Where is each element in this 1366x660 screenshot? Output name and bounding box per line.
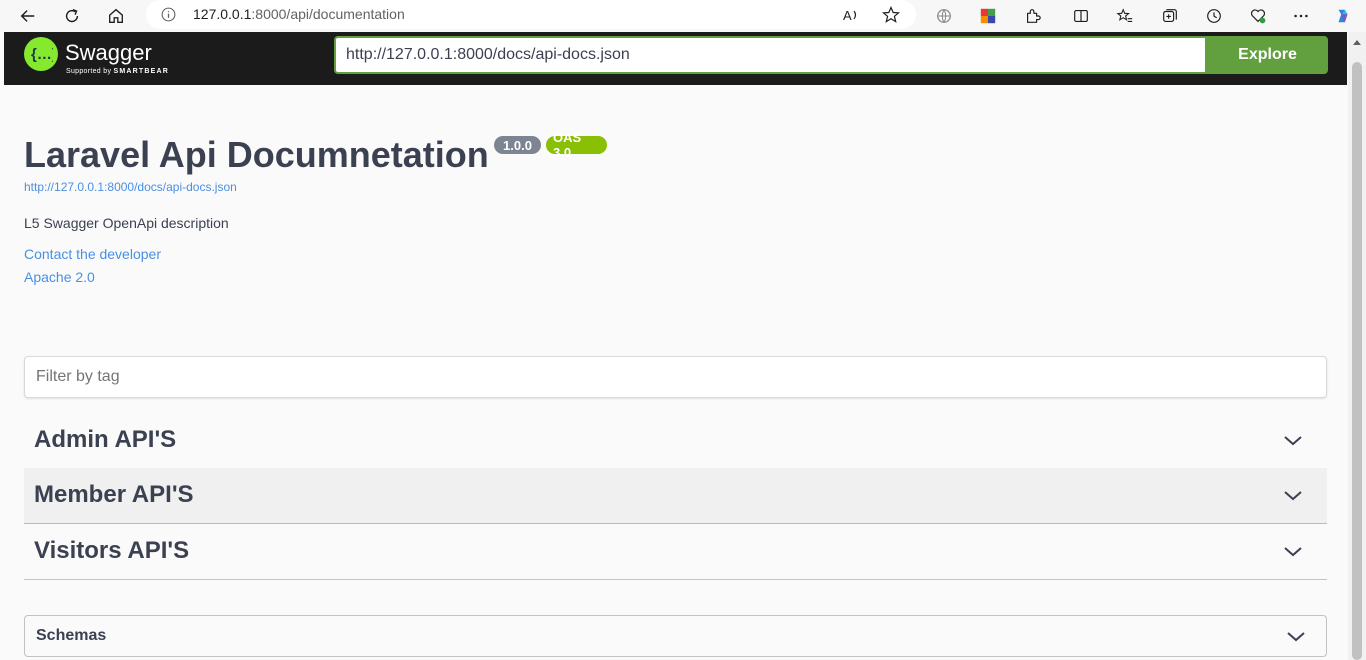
- address-text: 127.0.0.1:8000/api/documentation: [193, 6, 405, 22]
- logo-supported-text: Supported by: [66, 68, 112, 75]
- spec-url-input[interactable]: http://127.0.0.1:8000/docs/api-docs.json: [334, 36, 1207, 74]
- chevron-down-icon[interactable]: [1283, 431, 1303, 451]
- vpn-globe-icon[interactable]: [933, 5, 955, 27]
- tag-title: Member API'S: [34, 481, 194, 508]
- logo-subtitle: Supported by SMARTBEAR: [66, 68, 169, 75]
- read-aloud-icon[interactable]: A: [841, 5, 861, 25]
- logo-name: Swagger: [65, 40, 152, 65]
- schemas-section[interactable]: Schemas: [24, 615, 1327, 657]
- tag-title: Admin API'S: [34, 426, 177, 453]
- contact-link[interactable]: Contact the developer: [24, 246, 161, 262]
- svg-text:A: A: [843, 8, 852, 23]
- explore-form: http://127.0.0.1:8000/docs/api-docs.json…: [334, 36, 1328, 74]
- extensions-puzzle-icon[interactable]: [1022, 5, 1044, 27]
- favorite-star-icon[interactable]: [881, 5, 901, 25]
- scroll-up-arrow-icon[interactable]: [1353, 40, 1361, 45]
- url-path: :8000/api/documentation: [251, 6, 405, 22]
- page-title: Laravel Api Documnetation: [24, 134, 489, 175]
- license-link[interactable]: Apache 2.0: [24, 269, 95, 285]
- svg-text:{…}: {…}: [31, 46, 53, 63]
- back-icon[interactable]: [15, 3, 41, 29]
- swagger-topbar: {…} Swagger Supported by SMARTBEAR http:…: [4, 32, 1347, 85]
- favorites-icon[interactable]: [1114, 5, 1136, 27]
- collections-icon[interactable]: [1159, 5, 1181, 27]
- spec-link[interactable]: http://127.0.0.1:8000/docs/api-docs.json: [24, 180, 237, 194]
- explore-button[interactable]: Explore: [1207, 36, 1328, 74]
- history-icon[interactable]: [1203, 5, 1225, 27]
- tag-title: Visitors API'S: [34, 537, 190, 564]
- home-icon[interactable]: [103, 3, 129, 29]
- filter-by-tag-input[interactable]: Filter by tag: [24, 356, 1327, 398]
- copilot-icon[interactable]: [1332, 5, 1354, 27]
- split-screen-icon[interactable]: [1070, 5, 1092, 27]
- chevron-down-icon[interactable]: [1283, 542, 1303, 562]
- site-info-icon[interactable]: [160, 6, 177, 23]
- tag-section-member[interactable]: Member API'S: [24, 468, 1327, 524]
- refresh-icon[interactable]: [59, 3, 85, 29]
- oas-badge: OAS 3.0: [546, 130, 607, 160]
- browser-toolbar: 127.0.0.1:8000/api/documentation A: [0, 0, 1366, 32]
- logo-company-text: SMARTBEAR: [113, 68, 170, 75]
- chevron-down-icon[interactable]: [1283, 486, 1303, 506]
- tag-section-admin[interactable]: Admin API'S: [24, 413, 1327, 469]
- swagger-logo-icon: {…}: [24, 37, 58, 71]
- scroll-thumb[interactable]: [1352, 62, 1362, 660]
- version-badge: 1.0.0: [494, 136, 541, 154]
- browser-essentials-icon[interactable]: [1247, 5, 1269, 27]
- url-host: 127.0.0.1: [193, 6, 252, 22]
- api-description: L5 Swagger OpenApi description: [24, 215, 229, 231]
- address-bar[interactable]: 127.0.0.1:8000/api/documentation A: [146, 0, 916, 29]
- more-menu-icon[interactable]: [1290, 5, 1312, 27]
- tag-section-visitors[interactable]: Visitors API'S: [24, 524, 1327, 580]
- chevron-down-icon[interactable]: [1286, 627, 1306, 647]
- schemas-title: Schemas: [36, 627, 107, 644]
- page-scrollbar[interactable]: [1348, 32, 1366, 660]
- extension-colorful-icon[interactable]: [977, 5, 999, 27]
